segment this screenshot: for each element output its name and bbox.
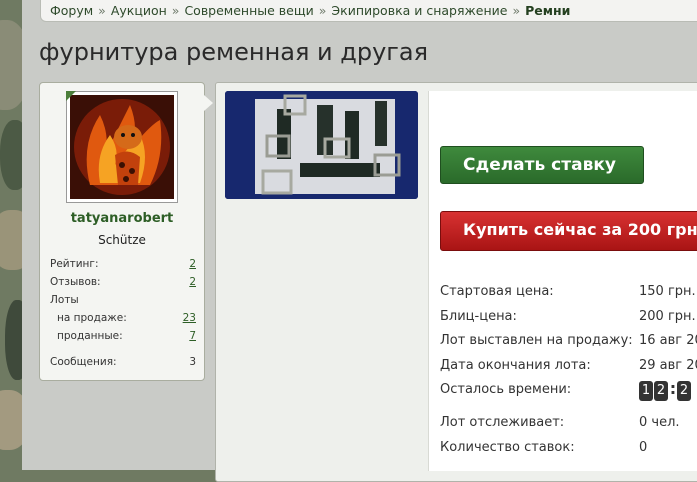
breadcrumb-separator: » xyxy=(171,3,180,18)
detail-label: Лот отслеживает: xyxy=(440,415,565,430)
place-bid-button[interactable]: Сделать ставку xyxy=(440,146,644,184)
breadcrumb: Форум » Аукцион » Современные вещи » Экипировк… xyxy=(40,0,697,22)
stat-label: Рейтинг: xyxy=(50,258,99,270)
detail-start-price: Стартовая цена: 150 грн. xyxy=(440,283,697,308)
timer-digit: 2 xyxy=(677,381,691,401)
detail-label: Лот выставлен на продажу: xyxy=(440,333,633,348)
stat-value[interactable]: 2 xyxy=(189,255,196,273)
detail-blitz-price: Блиц-цена: 200 грн. xyxy=(440,308,697,333)
stat-rating: Рейтинг: 2 xyxy=(50,255,196,273)
user-status-corner xyxy=(66,91,76,101)
username[interactable]: tatyanarobert xyxy=(40,211,204,226)
stat-value[interactable]: 7 xyxy=(189,327,196,345)
detail-label: Количество ставок: xyxy=(440,439,575,455)
stat-label: Сообщения: xyxy=(50,356,117,368)
detail-value: 150 грн. xyxy=(639,284,696,299)
avatar-image xyxy=(70,95,174,199)
timer-colon: : xyxy=(669,379,677,398)
stat-lots: Лоты xyxy=(50,291,196,309)
stat-label: на продаже: xyxy=(57,312,127,324)
countdown-timer: 12:2 xyxy=(639,379,692,401)
breadcrumb-forum[interactable]: Форум xyxy=(50,3,93,18)
stat-label: проданные: xyxy=(57,330,123,342)
detail-label: Дата окончания лота: xyxy=(440,357,591,373)
breadcrumb-separator: » xyxy=(512,3,521,18)
detail-value: 200 грн. xyxy=(639,308,696,324)
detail-value: 29 авг 20 xyxy=(639,357,697,373)
user-card-pointer xyxy=(204,95,213,111)
stat-value[interactable]: 2 xyxy=(189,273,196,291)
stat-messages: Сообщения: 3 xyxy=(50,353,196,371)
breadcrumb-auction[interactable]: Аукцион xyxy=(111,3,167,18)
stat-value: 3 xyxy=(189,356,196,368)
stat-value[interactable]: 23 xyxy=(183,309,196,327)
detail-value: 16 авг 20 xyxy=(639,333,697,348)
user-card: tatyanarobert Schütze Рейтинг: 2 Отзывов… xyxy=(39,82,213,381)
stat-sold: проданные: 7 xyxy=(50,327,196,345)
detail-label: Стартовая цена: xyxy=(440,284,554,299)
lot-photo[interactable] xyxy=(225,91,418,199)
detail-listed-date: Лот выставлен на продажу: 16 авг 20 xyxy=(440,332,697,357)
user-stats: Рейтинг: 2 Отзывов: 2 Лоты на продаже: 2… xyxy=(50,255,196,371)
user-rank: Schütze xyxy=(98,233,146,247)
avatar[interactable] xyxy=(66,91,178,203)
timer-digit: 1 xyxy=(639,381,653,401)
detail-label: Осталось времени: xyxy=(440,382,572,397)
stat-on-sale: на продаже: 23 xyxy=(50,309,196,327)
detail-label: Блиц-цена: xyxy=(440,308,517,324)
timer-digit: 2 xyxy=(654,381,668,401)
breadcrumb-belts[interactable]: Ремни xyxy=(525,3,570,18)
stat-label: Лоты xyxy=(50,294,79,306)
page-title: фурнитура ременная и другая xyxy=(39,38,429,66)
detail-bid-count: Количество ставок: 0 xyxy=(440,439,697,464)
breadcrumb-separator: » xyxy=(98,3,106,18)
breadcrumb-modern[interactable]: Современные вещи xyxy=(184,3,313,18)
stat-label: Отзывов: xyxy=(50,276,101,288)
detail-end-date: Дата окончания лота: 29 авг 20 xyxy=(440,357,697,382)
buy-now-button[interactable]: Купить сейчас за 200 грн. xyxy=(440,211,697,251)
breadcrumb-separator: » xyxy=(318,3,327,18)
detail-value: 0 чел. xyxy=(639,415,680,430)
detail-watchers: Лот отслеживает: 0 чел. xyxy=(440,414,697,439)
stat-reviews: Отзывов: 2 xyxy=(50,273,196,291)
breadcrumb-equipment[interactable]: Экипировка и снаряжение xyxy=(331,3,507,18)
detail-value: 0 xyxy=(639,439,648,455)
lot-details: Стартовая цена: 150 грн. Блиц-цена: 200 … xyxy=(440,283,697,463)
